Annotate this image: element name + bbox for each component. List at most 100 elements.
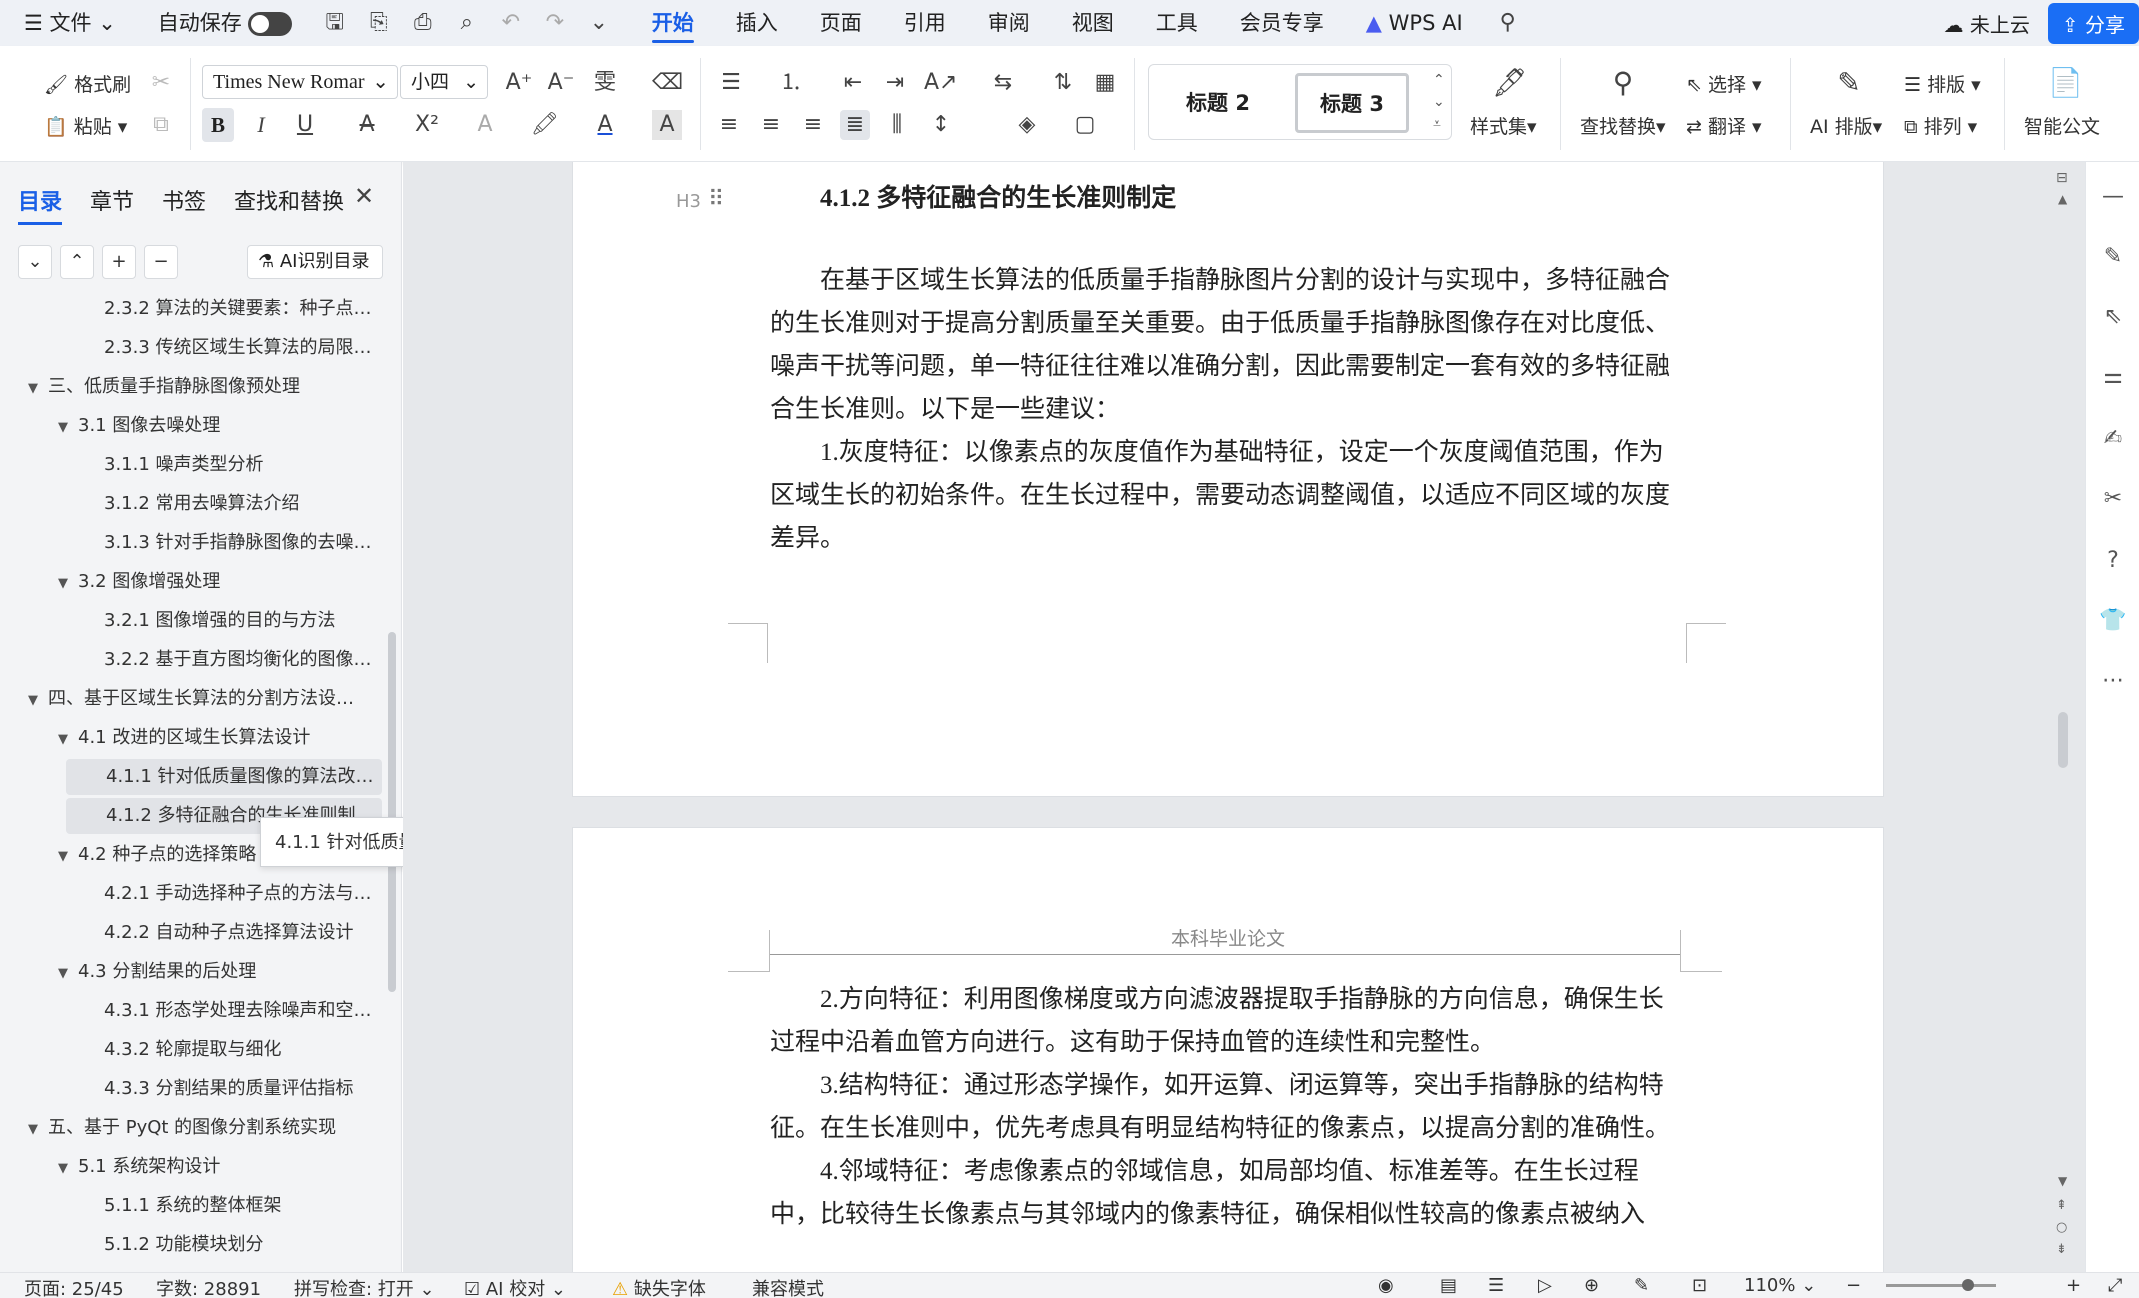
align-left-icon[interactable]: ≡ <box>714 110 744 140</box>
strikethrough-icon[interactable]: A <box>352 110 382 140</box>
numbered-list-icon[interactable]: ⒈ <box>776 68 806 98</box>
zoom-out-icon[interactable]: − <box>1846 1275 1861 1296</box>
decrease-indent-icon[interactable]: ⇤ <box>838 68 868 98</box>
toc-item[interactable]: ▼ 三、低质量手指静脉图像预处理 <box>0 369 386 405</box>
toc-item[interactable]: ▼ 五、基于 PyQt 的图像分割系统实现 <box>0 1110 386 1146</box>
eye-protection-icon[interactable]: ◉ <box>1378 1275 1394 1296</box>
copy-icon[interactable]: ⧉ <box>146 110 176 140</box>
drag-handle-icon[interactable]: ⠿ <box>708 187 724 212</box>
tab-insert[interactable]: 插入 <box>715 0 799 46</box>
print-icon[interactable]: ⎙ <box>409 9 437 37</box>
toc-item[interactable]: 5.1.1 系统的整体框架 <box>0 1188 386 1224</box>
pen-icon[interactable]: ✎ <box>2098 242 2128 272</box>
ai-toc-button[interactable]: ⚗ AI识别目录 <box>247 245 383 279</box>
share-button[interactable]: ⇪ 分享 <box>2047 2 2139 44</box>
expand-caret-icon[interactable]: ▼ <box>58 566 78 600</box>
align-center-icon[interactable]: ≡ <box>756 110 786 140</box>
tools-icon[interactable]: ✂ <box>2098 484 2128 514</box>
style-gallery-scroll[interactable]: ⌃ ⌄ ⩡ <box>1433 69 1445 135</box>
superscript-icon[interactable]: X² <box>412 110 442 140</box>
line-spacing-icon[interactable]: ↕ <box>926 110 956 140</box>
toc-item[interactable]: 3.1.2 常用去噪算法介绍 <box>0 486 386 522</box>
toc-item[interactable]: 4.3.3 分割结果的质量评估指标 <box>0 1071 386 1107</box>
body-text[interactable]: 2.方向特征：利用图像梯度或方向滤波器提取手指静脉的方向信息，确保生长过程中沿着… <box>770 978 1680 1236</box>
toc-item[interactable]: ▼ 4.3 分割结果的后处理 <box>0 954 386 990</box>
spell-check-status[interactable]: 拼写检查: 打开 ⌄ <box>294 1275 435 1298</box>
bold-button[interactable]: B <box>202 108 234 142</box>
font-color-icon[interactable]: A <box>590 110 620 140</box>
toc-item[interactable]: 4.3.2 轮廓提取与细化 <box>0 1032 386 1068</box>
toc-item[interactable]: 3.2.2 基于直方图均衡化的图像… <box>0 642 386 678</box>
tab-toc[interactable]: 目录 <box>18 184 63 225</box>
paste-button[interactable]: 📋 粘贴 ▾ <box>44 112 127 139</box>
collapse-down-icon[interactable]: ⌄ <box>18 245 52 279</box>
play-icon[interactable]: ▷ <box>1538 1275 1552 1296</box>
paragraph[interactable]: 2.方向特征：利用图像梯度或方向滤波器提取手指静脉的方向信息，确保生长过程中沿着… <box>770 978 1680 1064</box>
help-icon[interactable]: ? <box>2098 546 2128 576</box>
increase-indent-icon[interactable]: ⇥ <box>880 68 910 98</box>
toc-item[interactable]: ▼ 3.1 图像去噪处理 <box>0 408 386 444</box>
print-preview-icon[interactable]: ⌕ <box>453 9 481 37</box>
smart-doc-button[interactable]: 智能公文 <box>2024 112 2100 139</box>
tab-tools[interactable]: 工具 <box>1135 0 1219 46</box>
toc-item[interactable]: ▼ 4.1 改进的区域生长算法设计 <box>0 720 386 756</box>
toc-item[interactable]: 4.2.1 手动选择种子点的方法与… <box>0 876 386 912</box>
clear-format-icon[interactable]: ⌫ <box>652 68 683 98</box>
remove-icon[interactable]: − <box>144 245 178 279</box>
phonetic-icon[interactable]: 雯 <box>590 68 620 98</box>
translate-button[interactable]: ⇄ 翻译 ▾ <box>1686 112 1762 139</box>
close-icon[interactable]: ✕ <box>354 182 374 210</box>
browse-object-icon[interactable]: ○ <box>2056 1220 2067 1235</box>
tab-bookmarks[interactable]: 书签 <box>162 184 206 225</box>
expand-caret-icon[interactable]: ▼ <box>28 683 48 717</box>
expand-caret-icon[interactable]: ▼ <box>58 722 78 756</box>
tab-page[interactable]: 页面 <box>799 0 883 46</box>
undo-icon[interactable]: ↶ <box>497 9 525 37</box>
italic-icon[interactable]: I <box>246 110 276 140</box>
expand-caret-icon[interactable]: ▼ <box>28 371 48 405</box>
columns-icon[interactable]: ▦ <box>1090 68 1120 98</box>
toc-item[interactable]: ▼ 3.2 图像增强处理 <box>0 564 386 600</box>
more-quick-icon[interactable]: ⌄ <box>585 9 613 37</box>
body-text[interactable]: 在基于区域生长算法的低质量手指静脉图片分割的设计与实现中，多特征融合的生长准则对… <box>770 259 1680 560</box>
collapse-rail-icon[interactable]: — <box>2098 182 2128 212</box>
page-view-icon[interactable]: ▤ <box>1440 1275 1457 1296</box>
more-icon[interactable]: ⋯ <box>2098 666 2128 696</box>
ai-write-icon[interactable]: ✍ <box>2098 424 2128 454</box>
find-icon[interactable]: ⚲ <box>1608 68 1638 98</box>
ai-layout-icon[interactable]: ✎ <box>1834 68 1864 98</box>
tab-chapters[interactable]: 章节 <box>90 184 134 225</box>
border-icon[interactable]: ▢ <box>1070 110 1100 140</box>
tab-home[interactable]: 开始 <box>631 0 715 46</box>
skin-icon[interactable]: 👕 <box>2098 606 2128 636</box>
word-count[interactable]: 字数: 28891 <box>156 1275 261 1298</box>
toc-item[interactable]: ▼ 四、基于区域生长算法的分割方法设… <box>0 681 386 717</box>
missing-font-warning[interactable]: ⚠ 缺失字体 <box>612 1275 706 1298</box>
pointer-icon[interactable]: ⇖ <box>2098 302 2128 332</box>
sort-icon[interactable]: ⇅ <box>1048 68 1078 98</box>
tab-review[interactable]: 审阅 <box>967 0 1051 46</box>
save-icon[interactable]: 🖫 <box>321 9 349 37</box>
paragraph[interactable]: 4.邻域特征：考虑像素点的邻域信息，如局部均值、标准差等。在生长过程中，比较待生… <box>770 1150 1680 1236</box>
zoom-slider[interactable] <box>1886 1284 1996 1287</box>
write-view-icon[interactable]: ✎ <box>1634 1275 1649 1296</box>
highlight-icon[interactable]: 🖍 <box>530 110 560 140</box>
style-set-button[interactable]: 样式集▾ <box>1470 112 1537 139</box>
text-effect-icon[interactable]: A <box>470 110 500 140</box>
align-right-icon[interactable]: ≡ <box>798 110 828 140</box>
text-direction-icon[interactable]: A↗ <box>924 68 957 98</box>
toc-item[interactable]: 4.3.1 形态学处理去除噪声和空… <box>0 993 386 1029</box>
tab-reference[interactable]: 引用 <box>883 0 967 46</box>
sidebar-scrollbar[interactable] <box>388 632 396 992</box>
redo-icon[interactable]: ↷ <box>541 9 569 37</box>
toc-item[interactable]: 5.1.2 功能模块划分 <box>0 1227 386 1263</box>
justify-icon[interactable]: ≣ <box>840 110 870 140</box>
ruler-toggle-icon[interactable]: ⊟ <box>2056 170 2068 186</box>
tab-wps-ai[interactable]: ▲ WPS AI <box>1345 0 1484 46</box>
toc-item[interactable]: 3.1.1 噪声类型分析 <box>0 447 386 483</box>
shrink-font-icon[interactable]: A⁻ <box>546 68 576 98</box>
web-view-icon[interactable]: ⊕ <box>1584 1275 1599 1296</box>
arrange-button[interactable]: ⧉ 排列 ▾ <box>1904 112 1977 139</box>
toc-item[interactable]: 3.1.3 针对手指静脉图像的去噪… <box>0 525 386 561</box>
scroll-down-icon[interactable]: ▼ <box>2058 1174 2067 1188</box>
